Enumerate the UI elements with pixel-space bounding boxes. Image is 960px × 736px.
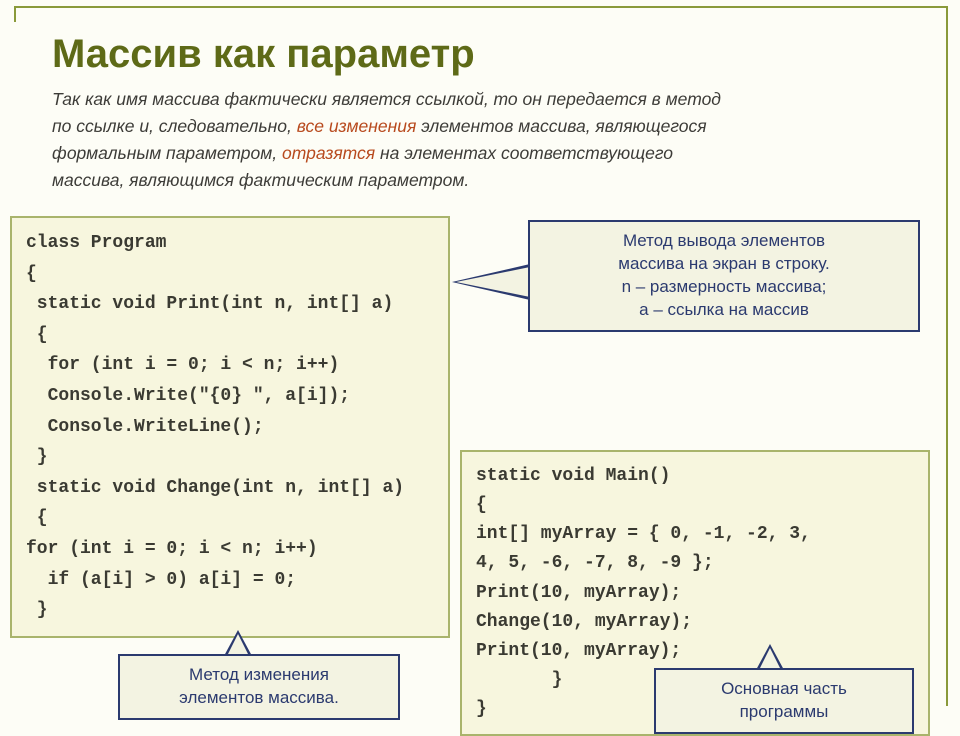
intro-highlight: отразятся: [282, 143, 375, 163]
intro-text: элементов массива, являющегося: [416, 116, 706, 136]
decorative-frame-corner: [14, 6, 30, 22]
callout-change-method: Метод изменения элементов массива.: [118, 654, 400, 720]
intro-text: формальным параметром,: [52, 143, 282, 163]
decorative-frame-top: [14, 6, 948, 8]
intro-text: по ссылке и, следовательно,: [52, 116, 297, 136]
intro-highlight: все изменения: [297, 116, 417, 136]
intro-text: Так как имя массива фактически является …: [52, 89, 721, 109]
callout-pointer: [756, 644, 784, 670]
intro-paragraph: Так как имя массива фактически является …: [52, 86, 930, 195]
callout-main-section: Основная часть программы: [654, 668, 914, 734]
code-block-left: class Program { static void Print(int n,…: [10, 216, 450, 638]
callout-print-method: Метод вывода элементов массива на экран …: [528, 220, 920, 332]
callout-pointer: [452, 264, 530, 300]
intro-text: на элементах соответствующего: [375, 143, 673, 163]
intro-text: массива, являющимся фактическим параметр…: [52, 170, 469, 190]
callout-pointer: [224, 630, 252, 656]
decorative-frame-right: [946, 6, 948, 706]
slide-title: Массив как параметр: [52, 32, 475, 77]
